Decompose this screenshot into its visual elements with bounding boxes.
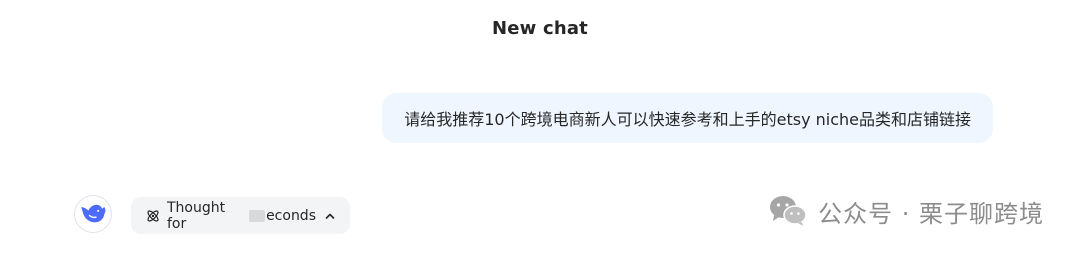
redacted-duration <box>249 209 266 222</box>
page-title: New chat <box>491 18 588 39</box>
deepseek-whale-icon <box>81 204 106 223</box>
thought-label-prefix: Thought for <box>167 199 226 232</box>
watermark-text: 公众号 · 栗子聊跨境 <box>818 199 1044 228</box>
thought-toggle-button[interactable]: Thought for econds <box>131 197 350 234</box>
watermark: 公众号 · 栗子聊跨境 <box>768 191 1044 231</box>
assistant-avatar <box>74 195 112 233</box>
atom-icon <box>145 208 161 224</box>
user-message-text: 请给我推荐10个跨境电商新人可以快速参考和上手的etsy niche品类和店铺链… <box>404 110 971 129</box>
chevron-up-icon <box>324 210 336 222</box>
wechat-icon <box>770 196 807 226</box>
user-message-bubble: 请给我推荐10个跨境电商新人可以快速参考和上手的etsy niche品类和店铺链… <box>382 93 993 143</box>
thought-label-suffix: econds <box>266 207 316 224</box>
